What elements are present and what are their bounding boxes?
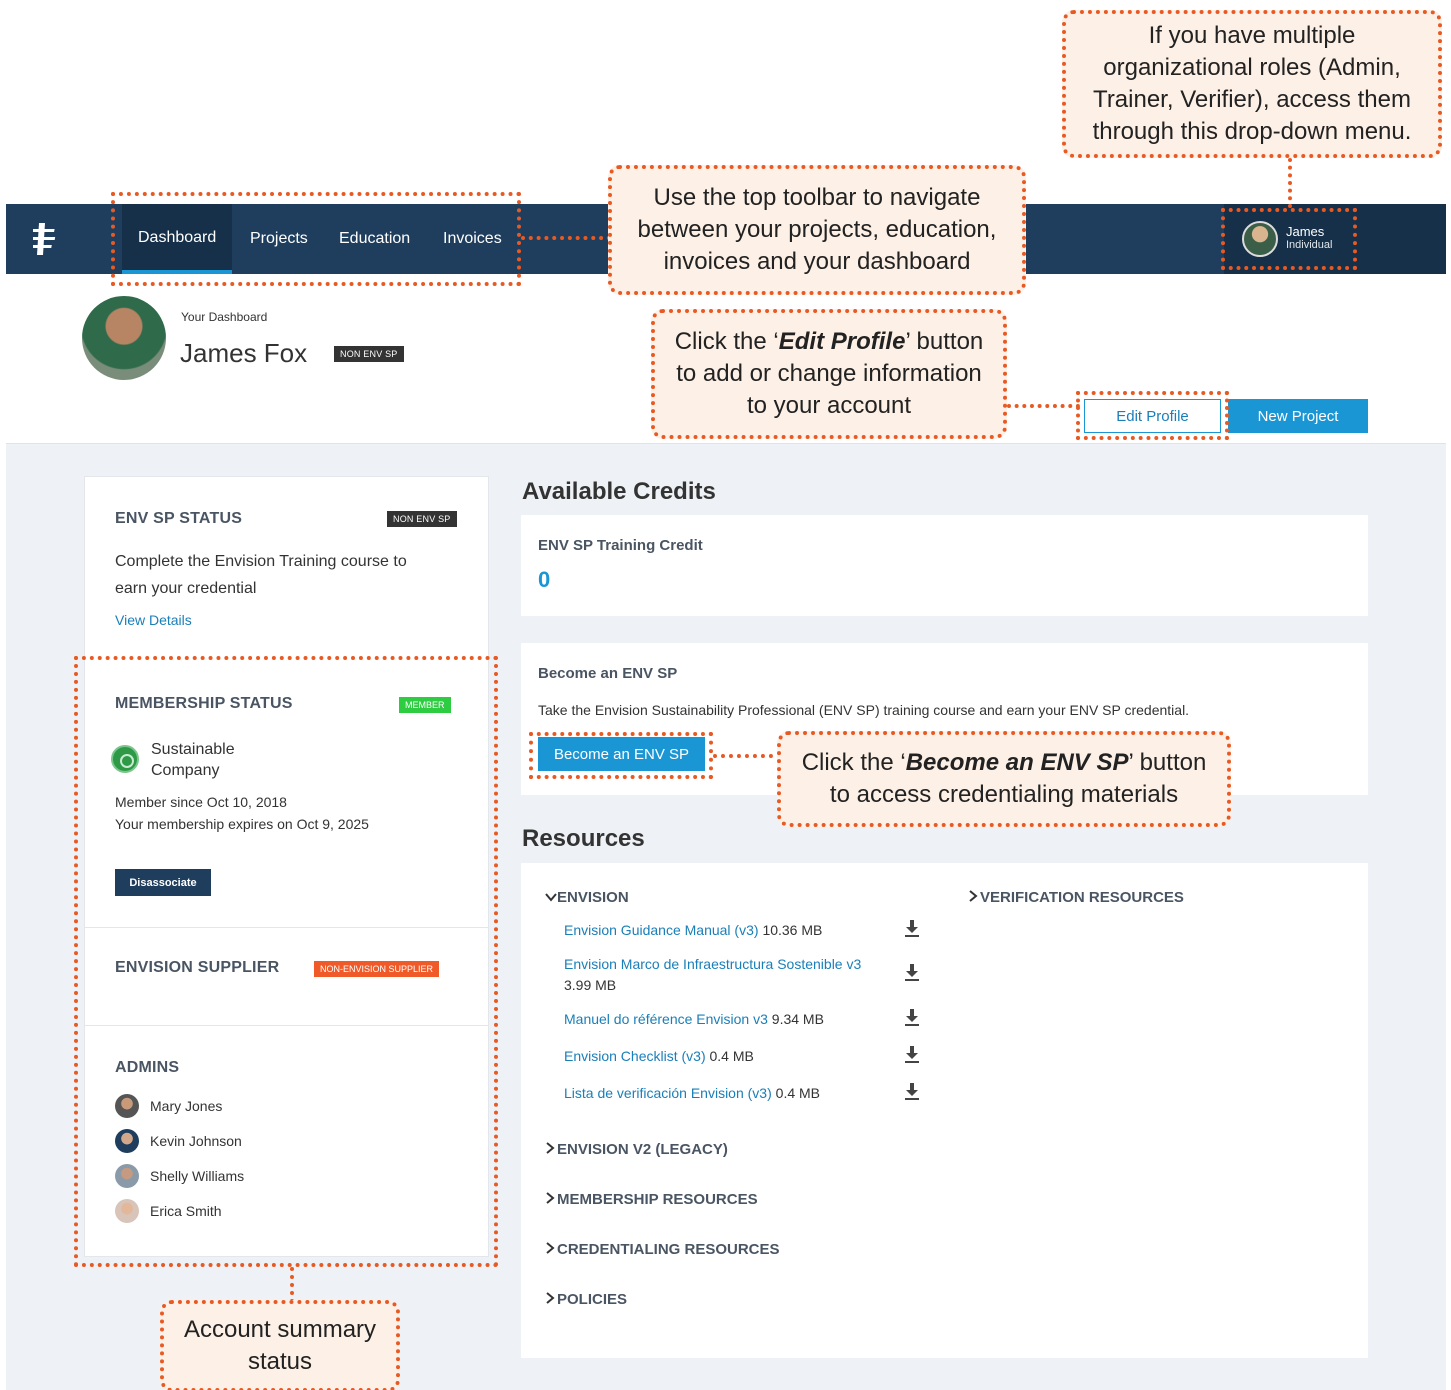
envision-section-label: ENVISION xyxy=(557,889,629,906)
download-icon[interactable] xyxy=(904,1082,920,1100)
become-title: Become an ENV SP xyxy=(538,665,678,682)
resource-link[interactable]: Envision Guidance Manual (v3) xyxy=(564,922,759,938)
credentialing-resources-label: CREDENTIALING RESOURCES xyxy=(557,1241,780,1258)
envision-v2-toggle[interactable]: ENVISION V2 (LEGACY) xyxy=(545,1141,728,1158)
resource-file: Lista de verificación Envision (v3) 0.4 … xyxy=(564,1083,904,1104)
toolbar-callout-text: Use the top toolbar to navigate between … xyxy=(637,184,997,275)
toolbar-callout: Use the top toolbar to navigate between … xyxy=(608,165,1026,295)
toolbar-highlight xyxy=(111,192,521,286)
resource-size: 3.99 MB xyxy=(564,977,617,993)
chevron-right-icon xyxy=(968,889,980,906)
callout-connector xyxy=(1288,158,1292,208)
user-dropdown-highlight xyxy=(1221,208,1357,270)
env-sp-status-badge: NON ENV SP xyxy=(387,511,457,527)
account-summary-callout: Account summary status xyxy=(160,1300,400,1390)
verification-section-toggle[interactable]: VERIFICATION RESOURCES xyxy=(968,889,1184,906)
resource-file: Envision Marco de Infraestructura Sosten… xyxy=(564,954,904,996)
env-sp-badge: NON ENV SP xyxy=(334,346,404,362)
resources-heading: Resources xyxy=(522,825,645,852)
become-button-highlight xyxy=(529,732,713,779)
resources-panel: ENVISION VERIFICATION RESOURCES Envision… xyxy=(521,863,1368,1358)
chevron-right-icon xyxy=(545,1191,557,1208)
credits-panel: ENV SP Training Credit 0 xyxy=(521,515,1368,616)
edit-profile-highlight xyxy=(1076,391,1229,440)
page-title: James Fox xyxy=(180,338,308,368)
policies-label: POLICIES xyxy=(557,1291,628,1308)
view-details-link[interactable]: View Details xyxy=(115,612,192,628)
membership-resources-label: MEMBERSHIP RESOURCES xyxy=(557,1191,758,1208)
resource-size: 0.4 MB xyxy=(709,1048,754,1064)
callout-connector xyxy=(1007,404,1080,408)
account-summary-callout-text: Account summary status xyxy=(183,1316,377,1375)
callout-connector xyxy=(290,1267,294,1303)
roles-callout-text: If you have multiple organizational role… xyxy=(1092,22,1412,145)
envision-v2-label: ENVISION V2 (LEGACY) xyxy=(557,1141,728,1158)
download-icon[interactable] xyxy=(904,963,920,981)
envision-section-toggle[interactable]: ENVISION xyxy=(545,889,629,906)
become-env-sp-callout: Click the ‘Become an ENV SP’ button to a… xyxy=(777,731,1231,827)
become-callout-text: Click the ‘Become an ENV SP’ button to a… xyxy=(801,749,1207,808)
chevron-right-icon xyxy=(545,1141,557,1158)
account-summary-highlight xyxy=(74,656,498,1267)
resource-link[interactable]: Manuel do référence Envision v3 xyxy=(564,1011,768,1027)
chevron-right-icon xyxy=(545,1291,557,1308)
env-sp-status-text: Complete the Envision Training course to… xyxy=(115,553,407,597)
resource-link[interactable]: Envision Checklist (v3) xyxy=(564,1048,706,1064)
callout-connector xyxy=(521,236,611,240)
resource-size: 0.4 MB xyxy=(775,1085,821,1101)
download-icon[interactable] xyxy=(904,1045,920,1063)
credentialing-resources-toggle[interactable]: CREDENTIALING RESOURCES xyxy=(545,1241,780,1258)
download-icon[interactable] xyxy=(904,1008,920,1026)
resource-file: Envision Guidance Manual (v3) 10.36 MB xyxy=(564,920,904,941)
resource-size: 10.36 MB xyxy=(762,922,823,938)
resource-link[interactable]: Lista de verificación Envision (v3) xyxy=(564,1085,772,1101)
callout-connector xyxy=(713,754,781,758)
new-project-button[interactable]: New Project xyxy=(1228,399,1368,433)
policies-toggle[interactable]: POLICIES xyxy=(545,1291,627,1308)
logo-icon[interactable] xyxy=(6,204,86,274)
chevron-right-icon xyxy=(545,1241,557,1258)
env-sp-status-title: ENV SP STATUS xyxy=(115,510,243,527)
resource-link[interactable]: Envision Marco de Infraestructura Sosten… xyxy=(564,956,861,972)
available-credits-heading: Available Credits xyxy=(522,478,716,505)
resource-size: 9.34 MB xyxy=(771,1011,824,1027)
profile-avatar xyxy=(82,296,166,380)
become-description: Take the Envision Sustainability Profess… xyxy=(538,702,1190,718)
chevron-down-icon xyxy=(545,889,557,906)
page-subtitle: Your Dashboard xyxy=(181,310,268,324)
membership-resources-toggle[interactable]: MEMBERSHIP RESOURCES xyxy=(545,1191,758,1208)
credit-label: ENV SP Training Credit xyxy=(538,537,703,554)
edit-profile-callout-text: Click the ‘Edit Profile’ button to add o… xyxy=(674,328,984,419)
verification-section-label: VERIFICATION RESOURCES xyxy=(980,889,1184,906)
download-icon[interactable] xyxy=(904,919,920,937)
resource-file: Manuel do référence Envision v3 9.34 MB xyxy=(564,1009,904,1030)
credit-value: 0 xyxy=(538,567,551,592)
roles-callout: If you have multiple organizational role… xyxy=(1062,10,1442,158)
edit-profile-callout: Click the ‘Edit Profile’ button to add o… xyxy=(651,309,1007,439)
resource-file: Envision Checklist (v3) 0.4 MB xyxy=(564,1046,904,1067)
